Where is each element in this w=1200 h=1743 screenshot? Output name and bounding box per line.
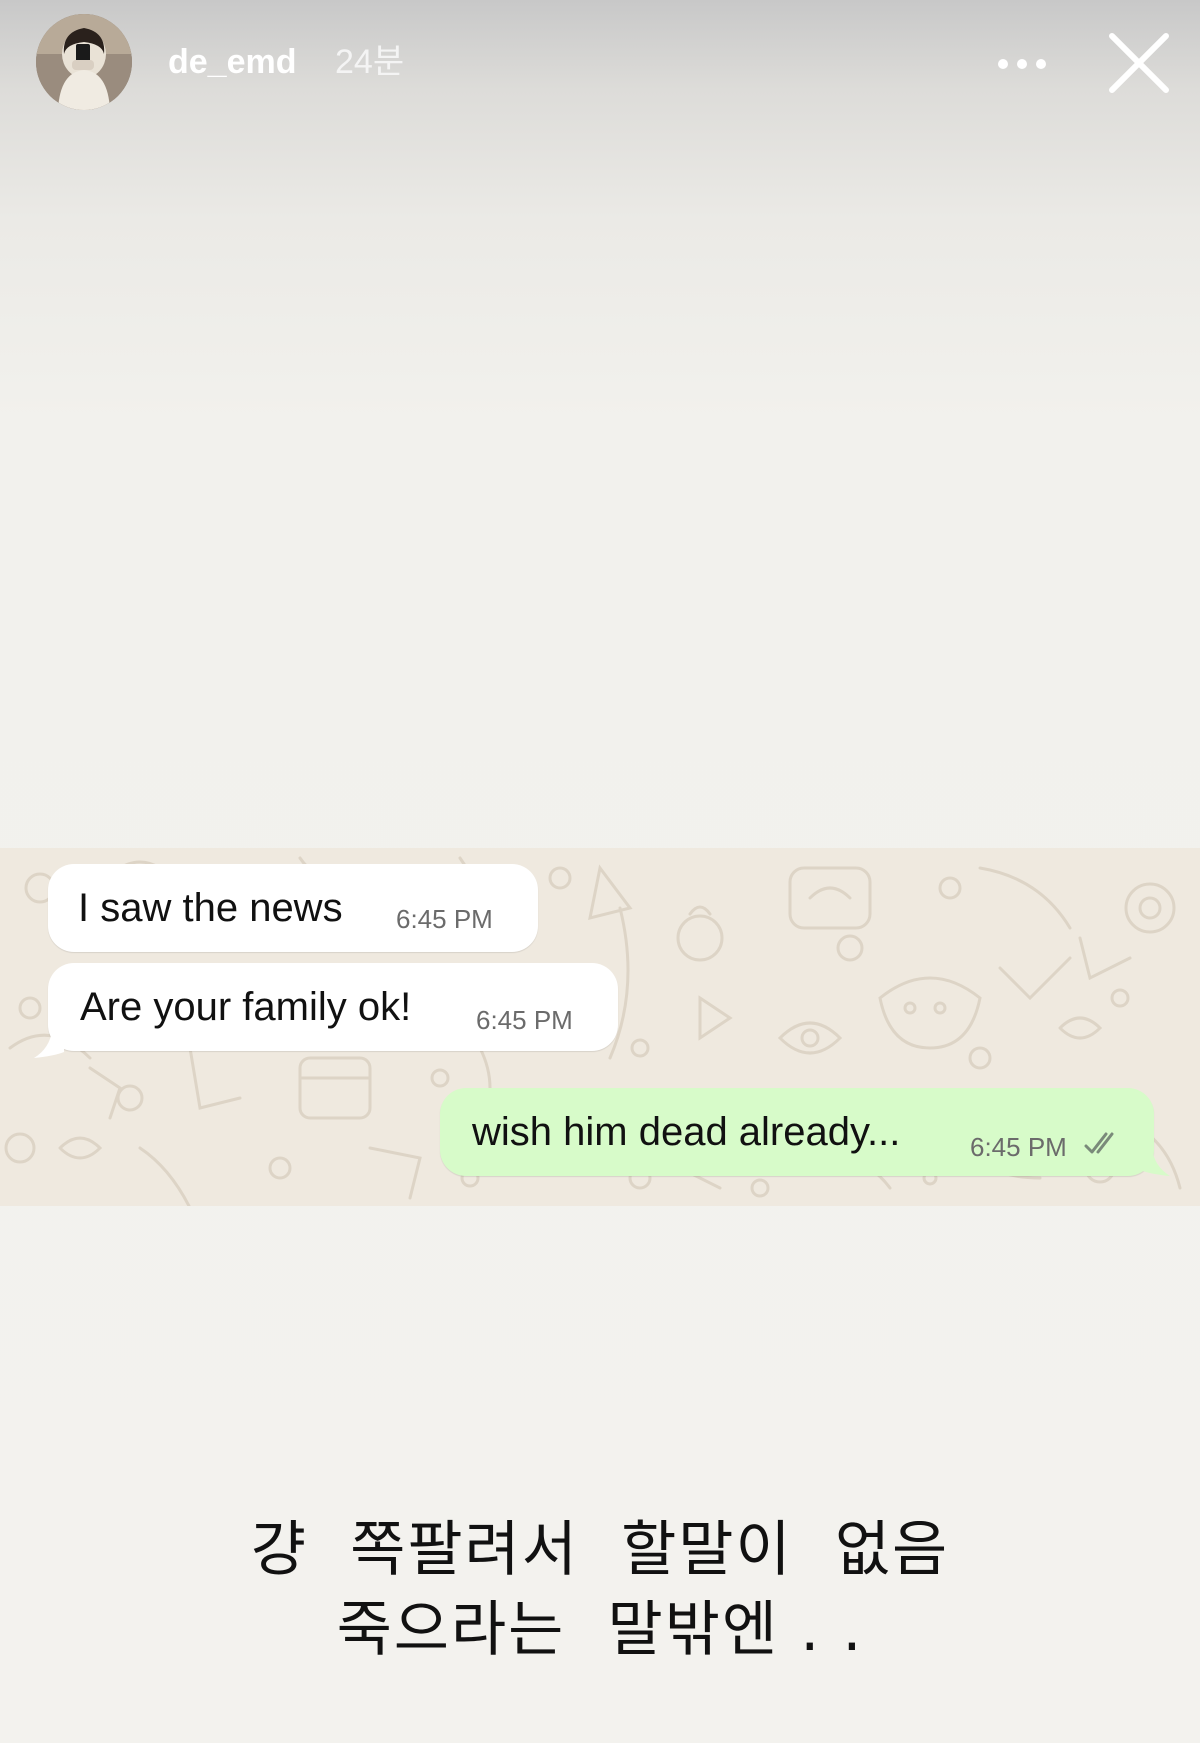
more-horizontal-icon[interactable] xyxy=(994,44,1050,84)
story-header: de_emd 24분 xyxy=(0,0,1200,130)
chat-screenshot: I saw the news 6:45 PM Are your family o… xyxy=(0,848,1200,1206)
story-time-ago: 24분 xyxy=(335,43,405,81)
caption-line-2: 죽으라는 말밖엔 . . xyxy=(336,1595,864,1665)
username[interactable]: de_emd xyxy=(168,40,297,84)
close-icon[interactable] xyxy=(1106,30,1172,96)
message-text: Are your family ok! xyxy=(80,985,412,1029)
message-time: 6:45 PM xyxy=(970,1132,1067,1162)
message-text: wish him dead already... xyxy=(472,1110,901,1154)
message-bubble-incoming[interactable]: Are your family ok! 6:45 PM xyxy=(48,963,618,1051)
message-text: I saw the news xyxy=(78,886,343,930)
message-time: 6:45 PM xyxy=(396,904,493,934)
bubble-tail-outgoing xyxy=(1140,1148,1170,1176)
avatar-image xyxy=(36,14,132,110)
message-bubble-outgoing[interactable]: wish him dead already... 6:45 PM xyxy=(440,1088,1154,1176)
double-check-icon xyxy=(1084,1132,1114,1154)
message-time: 6:45 PM xyxy=(476,1005,573,1035)
bubble-tail-incoming xyxy=(34,1030,64,1058)
avatar[interactable] xyxy=(36,14,132,110)
story-caption: 걍 쪽팔려서 할말이 없음 죽으라는 말밖엔 . . xyxy=(0,1510,1200,1670)
message-bubble-incoming[interactable]: I saw the news 6:45 PM xyxy=(48,864,538,952)
caption-line-1: 걍 쪽팔려서 할말이 없음 xyxy=(250,1515,950,1585)
